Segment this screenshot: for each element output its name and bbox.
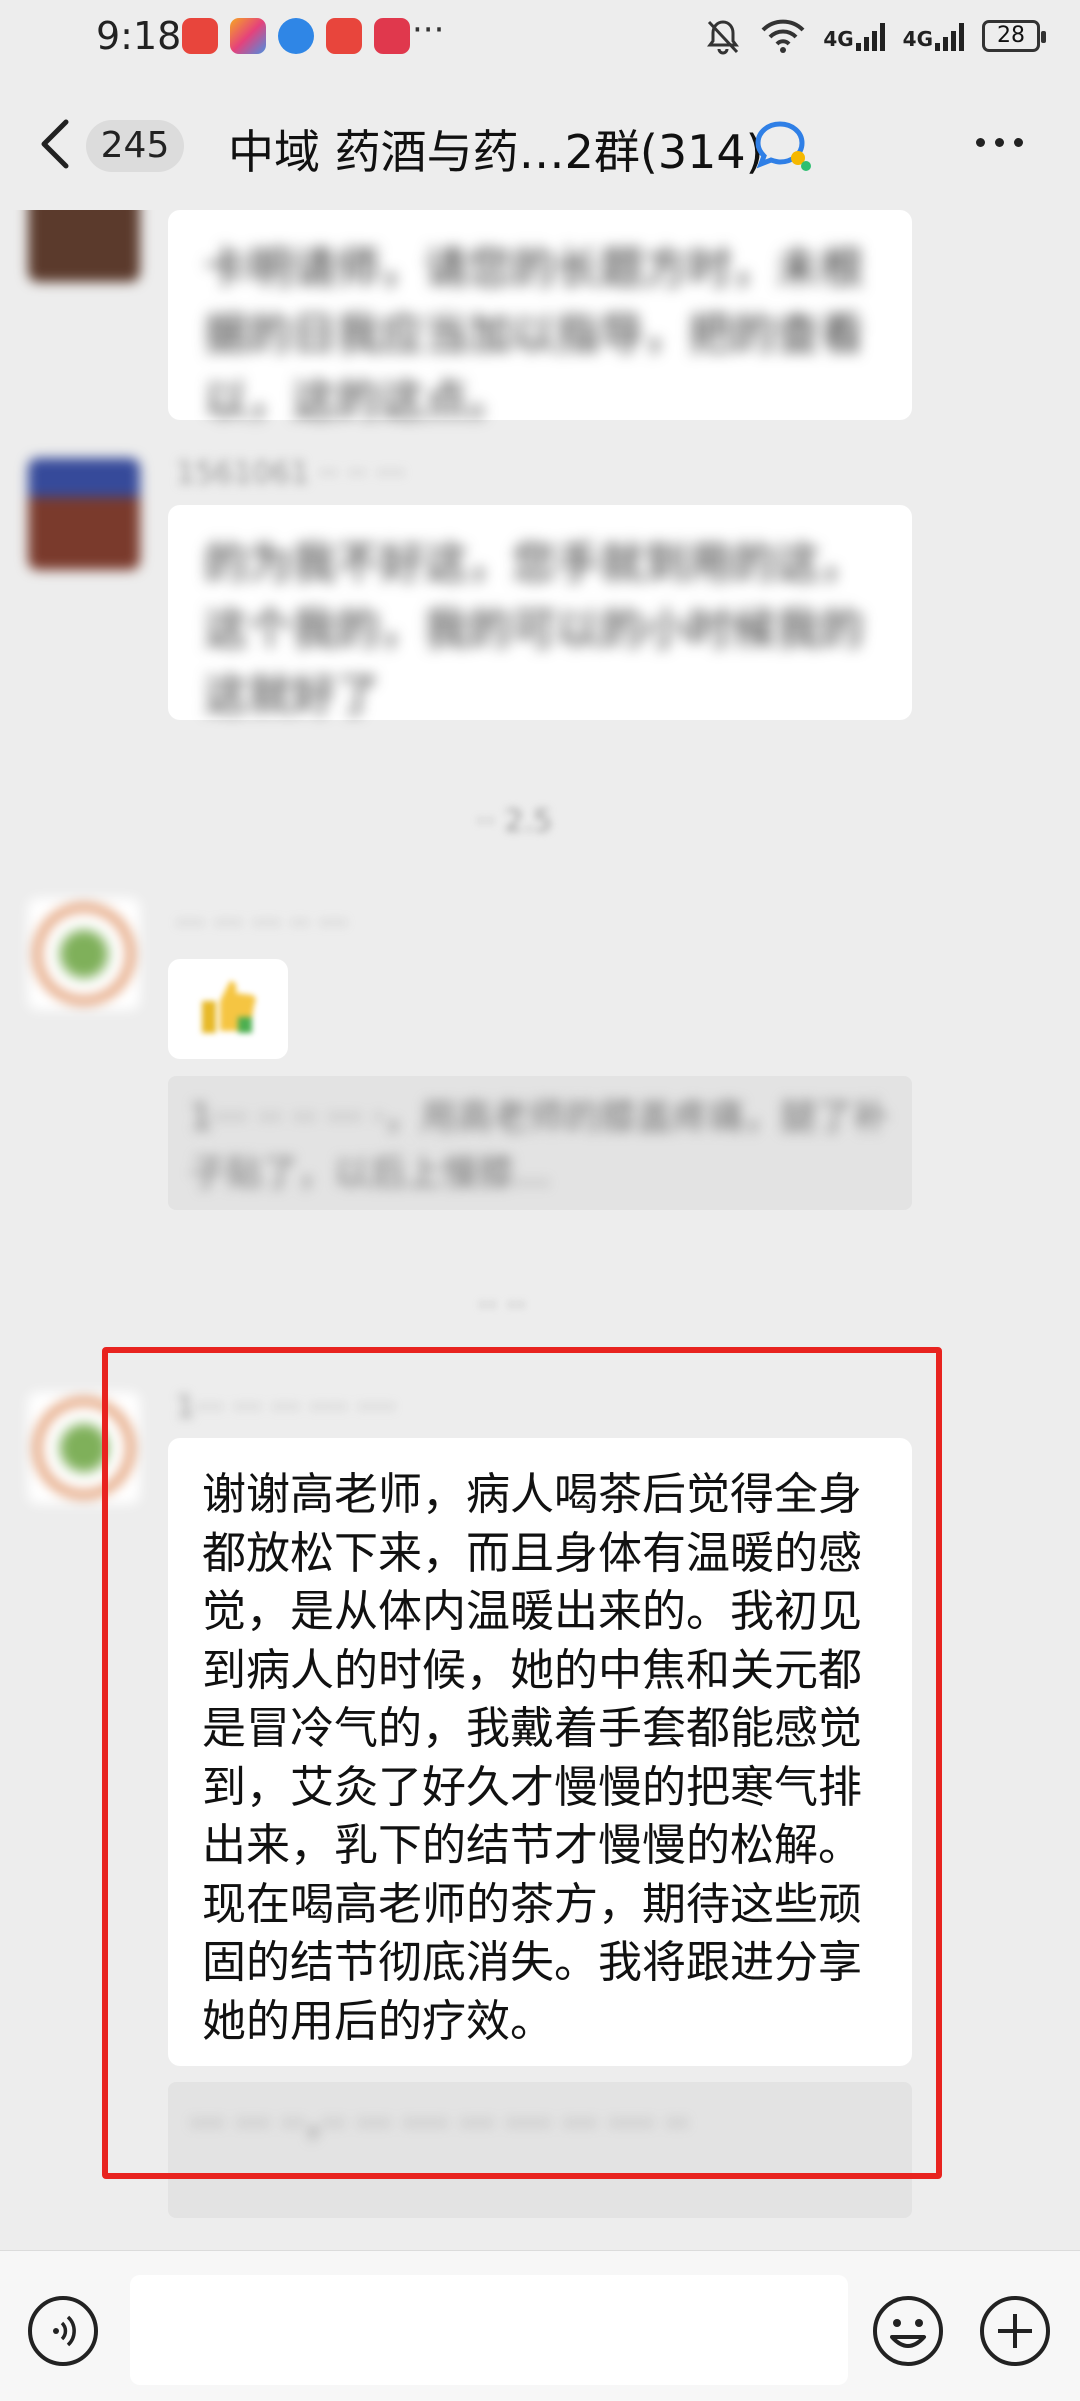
time-divider: ·· ·· [478,1288,526,1323]
more-dots-icon[interactable] [976,138,1023,147]
blurred-quote-text: 1··· ·· ·· ··· ·，用高老师的膝盖疼痛，腿了补子贴了，以后上慢膝… [190,1097,889,1194]
sender-name: ··· ··· ··· ·· ··· [176,906,348,941]
back-icon[interactable] [36,116,76,172]
book-icon [374,18,410,54]
message-bubble[interactable]: 的为我不好这，您手就到用的这，这个我的，我的可以的小时候我的这就好了 [168,505,912,721]
quoted-message[interactable]: ··· ··· ··，·· ··· ···· ··· ···· ··· ····… [168,2082,912,2218]
message-text: 谢谢高老师，病人喝茶后觉得全身 都放松下来，而且身体有温暖的感 觉，是从体内温暖… [202,1469,862,2047]
huawei-store-icon [326,18,362,54]
avatar[interactable] [28,458,140,570]
blurred-message-text: 卡明请师，请您的长题方时，未根据的日我应当加以指导，把的查看以，这的这点。 [204,243,864,426]
notification-app-icons [182,18,410,54]
plus-icon[interactable] [980,2296,1050,2366]
message-input[interactable] [130,2275,848,2385]
mute-bell-icon [707,20,740,55]
main-message-bubble[interactable]: 谢谢高老师，病人喝茶后觉得全身 都放松下来，而且身体有温暖的感 觉，是从体内温暖… [168,1438,912,2066]
more-notifications: ··· [412,10,445,50]
thumbs-up-icon [202,981,256,1033]
status-indicators: 4G 4G 28 [703,16,1046,56]
signal-2: 4G [903,21,964,51]
app-icon [230,18,266,54]
group-chat-icon[interactable] [752,118,814,174]
status-bar: 9:18 ··· 4G 4G 28 [0,0,1080,78]
battery-icon: 28 [982,20,1046,52]
time-divider: ·· 2.5 [476,804,553,839]
network-type-label: 4G [823,27,854,51]
avatar[interactable] [28,898,140,1010]
unread-count-badge[interactable]: 245 [86,120,184,172]
voice-waves [53,2315,76,2347]
signal-bars-icon [935,21,964,51]
status-time: 9:18 [96,14,182,58]
chat-title[interactable]: 中域 药酒与药…2群(314) [228,116,764,182]
chat-input-bar [0,2250,1080,2401]
plus-glyph [998,2314,1032,2348]
blurred-message-text: 的为我不好这，您手就到用的这，这个我的，我的可以的小时候我的这就好了 [204,538,864,721]
avatar[interactable] [28,1392,140,1504]
sender-name: 1··· ··· ··· ···· ···· [176,1390,396,1425]
network-type-label: 4G [902,27,933,51]
blurred-quote-text: ··· ··· ··，·· ··· ···· ··· ···· ··· ····… [190,2103,689,2144]
huawei-store-icon [182,18,218,54]
message-bubble[interactable]: 卡明请师，请您的长题方时，未根据的日我应当加以指导，把的查看以，这的这点。 [168,210,912,426]
message-bubble[interactable] [168,959,288,1059]
avatar[interactable] [28,210,140,282]
browser-icon [278,18,314,54]
message-list[interactable]: 卡明请师，请您的长题方时，未根据的日我应当加以指导，把的查看以，这的这点。 15… [0,210,1080,2250]
signal-bars-icon [855,21,885,51]
signal-1: 4G [823,21,885,51]
chat-header: 245 中域 药酒与药…2群(314) [0,78,1080,210]
wifi-icon [761,19,805,53]
voice-icon[interactable] [28,2296,98,2366]
sender-name: 1561061 ·· ·· ··· [176,456,405,491]
emoji-icon[interactable] [870,2293,946,2369]
quoted-message[interactable]: 1··· ·· ·· ··· ·，用高老师的膝盖疼痛，腿了补子贴了，以后上慢膝… [168,1076,912,1210]
